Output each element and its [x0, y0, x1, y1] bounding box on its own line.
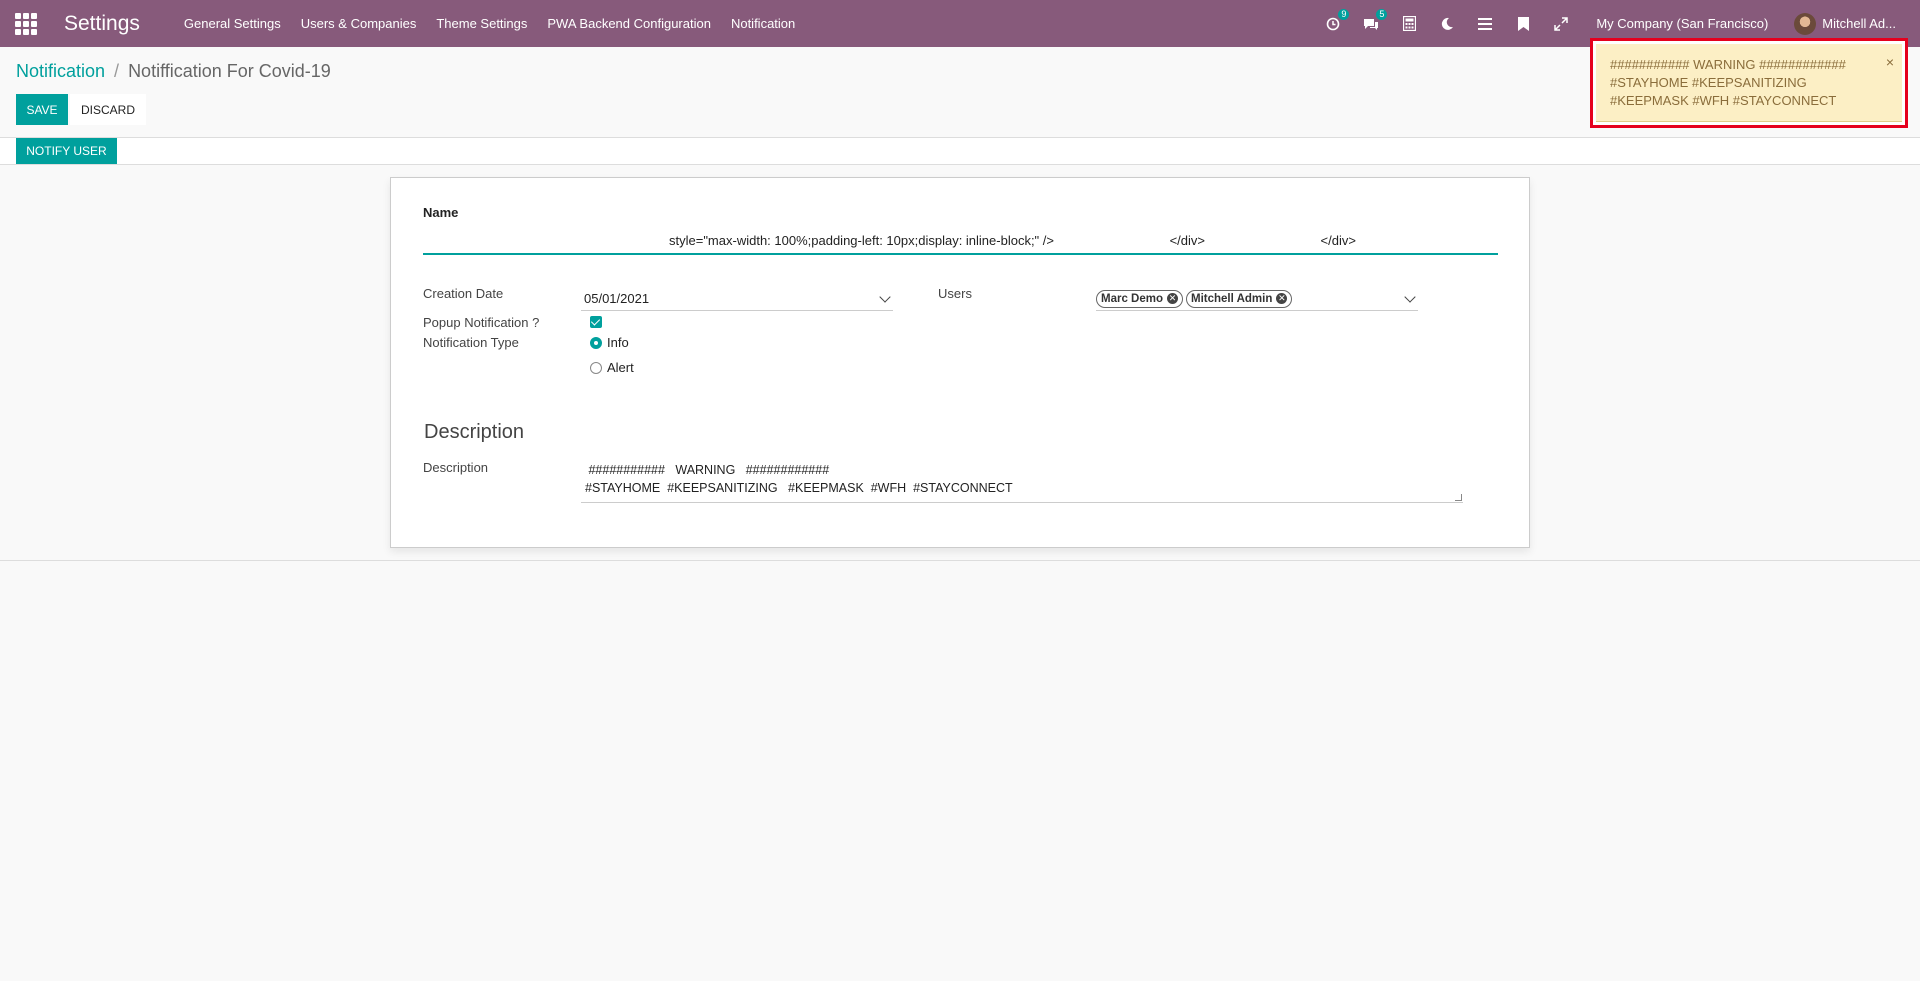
activity-count-badge: 9	[1338, 8, 1350, 20]
app-title: Settings	[64, 11, 140, 35]
menu-general-settings[interactable]: General Settings	[184, 16, 281, 31]
name-label: Name	[423, 205, 459, 220]
chevron-down-icon[interactable]	[879, 291, 891, 303]
popup-notification-checkbox[interactable]	[590, 316, 602, 328]
notification-toast-highlight: ########### WARNING ############ #STAYHO…	[1590, 38, 1908, 128]
remove-tag-icon[interactable]: ✕	[1167, 293, 1178, 304]
description-label: Description	[423, 460, 489, 475]
page-title: Notiffication For Covid-19	[128, 61, 331, 81]
bookmark-icon[interactable]	[1515, 16, 1531, 32]
users-label: Users	[938, 286, 972, 301]
menu-pwa-backend-configuration[interactable]: PWA Backend Configuration	[547, 16, 711, 31]
notify-user-button[interactable]: NOTIFY USER	[16, 138, 117, 164]
creation-date-label: Creation Date	[423, 286, 504, 301]
breadcrumb-separator: /	[114, 61, 120, 81]
creation-date-field[interactable]: 05/01/2021	[581, 287, 893, 311]
toast-line-3: #KEEPMASK #WFH #STAYCONNECT	[1610, 93, 1837, 108]
name-value: style="max-width: 100%;padding-left: 10p…	[423, 233, 1498, 253]
description-line-1: ########### WARNING ############	[585, 463, 830, 477]
user-tag-marc-demo: Marc Demo ✕	[1096, 289, 1183, 308]
save-button[interactable]: SAVE	[16, 94, 68, 125]
user-tag-mitchell-admin: Mitchell Admin ✕	[1186, 289, 1293, 308]
breadcrumb: Notification / Notiffication For Covid-1…	[16, 61, 331, 82]
chevron-down-icon[interactable]	[1404, 291, 1416, 303]
description-line-2: #STAYHOME #KEEPSANITIZING #KEEPMASK #WFH…	[585, 481, 1013, 495]
form-statusbar: NOTIFY USER	[0, 138, 1920, 165]
hamburger-menu-icon[interactable]	[1477, 16, 1493, 32]
notification-type-alert-radio[interactable]: Alert	[590, 360, 634, 375]
calculator-icon[interactable]	[1401, 16, 1417, 32]
notification-type-label: Notification Type	[423, 335, 519, 350]
popup-notification-label: Popup Notification ?	[423, 315, 540, 330]
menu-theme-settings[interactable]: Theme Settings	[436, 16, 527, 31]
radio-label-info: Info	[607, 335, 629, 350]
radio-label-alert: Alert	[607, 360, 634, 375]
close-icon[interactable]: ×	[1886, 54, 1894, 70]
messages-count-badge: 5	[1376, 8, 1388, 20]
messages-chat-icon[interactable]: 5	[1363, 8, 1388, 32]
fullscreen-expand-icon[interactable]	[1553, 16, 1569, 32]
menu-users-companies[interactable]: Users & Companies	[301, 16, 417, 31]
description-section-title: Description	[424, 421, 525, 443]
activity-clock-icon[interactable]: 9	[1325, 8, 1350, 32]
menu-notification[interactable]: Notification	[731, 16, 795, 31]
resize-handle-icon[interactable]	[1455, 494, 1462, 501]
company-switcher[interactable]: My Company (San Francisco)	[1596, 16, 1768, 31]
creation-date-value: 05/01/2021	[584, 291, 650, 306]
toast-message: ########### WARNING ############ #STAYHO…	[1610, 56, 1880, 110]
radio-unchecked-icon	[590, 361, 602, 374]
users-many2many-field[interactable]: Marc Demo ✕ Mitchell Admin ✕	[1096, 287, 1418, 311]
discard-button[interactable]: DISCARD	[70, 94, 146, 125]
user-menu[interactable]: Mitchell Ad...	[1794, 12, 1896, 35]
dark-mode-moon-icon[interactable]	[1439, 16, 1455, 32]
notification-toast: ########### WARNING ############ #STAYHO…	[1596, 44, 1902, 122]
user-tag-label: Marc Demo	[1101, 292, 1163, 305]
avatar	[1794, 12, 1817, 35]
user-tag-label: Mitchell Admin	[1191, 292, 1273, 305]
form-sheet: Name style="max-width: 100%;padding-left…	[390, 177, 1530, 548]
notification-type-info-radio[interactable]: Info	[590, 335, 629, 350]
apps-menu-icon[interactable]	[15, 12, 37, 35]
name-value-text: style="max-width: 100%;padding-left: 10p…	[669, 233, 1356, 248]
toast-line-2: #STAYHOME #KEEPSANITIZING	[1610, 75, 1807, 90]
toast-line-1: ########### WARNING ############	[1610, 57, 1846, 72]
radio-checked-icon	[590, 336, 602, 349]
breadcrumb-notification-link[interactable]: Notification	[16, 61, 105, 82]
description-textarea[interactable]: ########### WARNING ############ #STAYHO…	[581, 461, 1463, 503]
remove-tag-icon[interactable]: ✕	[1276, 293, 1288, 304]
user-name: Mitchell Ad...	[1822, 16, 1896, 31]
